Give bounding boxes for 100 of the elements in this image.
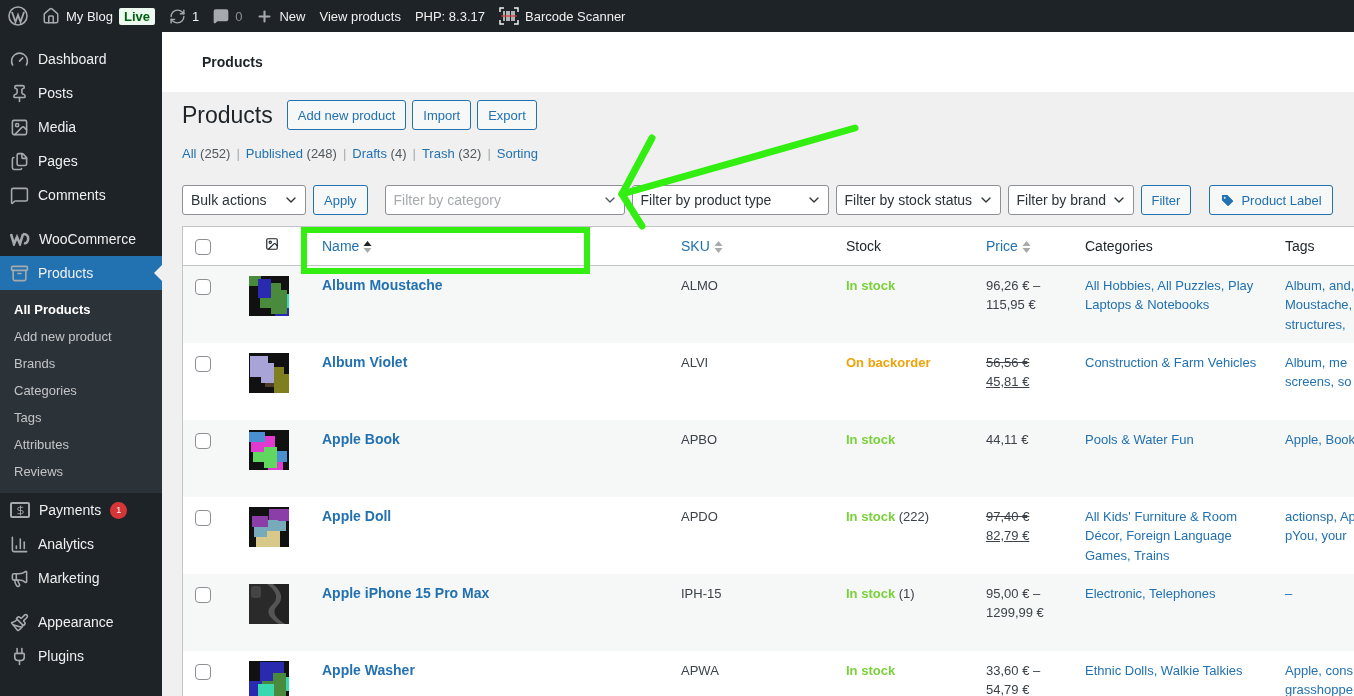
tag-link[interactable]: Moustache,: [1285, 295, 1354, 315]
product-name[interactable]: Album Moustache: [322, 276, 443, 293]
submenu-item[interactable]: Add new product: [0, 323, 162, 350]
header-title: Products: [202, 54, 263, 70]
separator: |: [412, 146, 416, 161]
column-header: Categories: [1085, 237, 1154, 256]
tag-link[interactable]: Album, me: [1285, 352, 1354, 372]
tag-link[interactable]: grasshoppe: [1285, 680, 1354, 696]
product-name[interactable]: Apple Washer: [322, 661, 415, 678]
home-icon[interactable]: [42, 7, 60, 25]
separator: |: [236, 146, 240, 161]
toolbar-link[interactable]: PHP: 8.3.17: [414, 8, 485, 24]
sku: IPH-15: [681, 585, 722, 601]
submenu-item[interactable]: Brands: [0, 350, 162, 377]
row-checkbox[interactable]: [195, 355, 211, 372]
image-icon: [265, 237, 279, 251]
count-badge: 1: [110, 501, 128, 519]
column-header[interactable]: Name: [322, 237, 661, 257]
updates-count: 1: [192, 8, 200, 24]
price-from: 33,60 € –: [986, 661, 1042, 680]
view-link[interactable]: Sorting: [496, 146, 538, 161]
tag-link[interactable]: pYou, your: [1285, 526, 1354, 546]
wordpress-logo[interactable]: [8, 6, 28, 26]
row-checkbox[interactable]: [195, 432, 211, 449]
product-name[interactable]: Apple Book: [322, 430, 400, 447]
price-to: 54,79 €: [986, 681, 1031, 696]
filter-button[interactable]: Filter: [1140, 185, 1192, 215]
menu-item[interactable]: Media: [0, 110, 162, 144]
row-checkbox[interactable]: [195, 509, 211, 526]
live-badge: Live: [118, 7, 155, 25]
row-checkbox[interactable]: [195, 586, 211, 603]
category-link[interactable]: All Kids' Furniture & Room Décor, Foreign Language Games, Trains: [1085, 506, 1265, 565]
product-label-button[interactable]: Product Label: [1209, 185, 1333, 215]
view-link[interactable]: Drafts (4): [352, 146, 407, 161]
category-link[interactable]: Electronic, Telephones: [1085, 583, 1265, 603]
view-link[interactable]: Published (248): [245, 146, 337, 161]
site-name[interactable]: My Blog: [66, 8, 113, 24]
menu-item[interactable]: Posts: [0, 76, 162, 110]
submenu-item[interactable]: Reviews: [0, 458, 162, 485]
tag-link[interactable]: –: [1285, 583, 1354, 603]
submenu-item[interactable]: Categories: [0, 377, 162, 404]
column-header: Stock: [846, 237, 882, 256]
menu-item[interactable]: Dashboard: [0, 42, 162, 76]
scanner-link[interactable]: Barcode Scanner: [525, 8, 626, 24]
sku: APBO: [681, 431, 718, 447]
category-link[interactable]: Construction & Farm Vehicles: [1085, 352, 1265, 372]
barcode-icon[interactable]: [499, 7, 519, 25]
row-checkbox[interactable]: [195, 278, 211, 295]
column-header: Tags: [1285, 237, 1316, 256]
gauge-icon: [10, 49, 29, 69]
filter-select[interactable]: Filter by product type: [631, 185, 829, 215]
filter-select[interactable]: Filter by stock status: [835, 185, 1001, 215]
tag-link[interactable]: screens, so: [1285, 372, 1354, 392]
view-link[interactable]: Trash (32): [421, 146, 482, 161]
page-action-button[interactable]: Add new product: [286, 100, 407, 130]
menu-item[interactable]: Products: [0, 256, 162, 290]
product-name[interactable]: Apple iPhone 15 Pro Max: [322, 584, 490, 601]
apply-button[interactable]: Apply: [313, 185, 368, 215]
column-header[interactable]: Price: [986, 237, 1065, 257]
column-header[interactable]: SKU: [681, 237, 826, 257]
tag-link[interactable]: structures,: [1285, 314, 1354, 334]
tag-link[interactable]: Album, and,: [1285, 275, 1354, 295]
submenu-item[interactable]: Tags: [0, 404, 162, 431]
price-from: 96,26 € –: [986, 276, 1042, 295]
category-link[interactable]: Pools & Water Fun: [1085, 429, 1265, 449]
view-link[interactable]: All (252): [182, 146, 231, 161]
menu-item[interactable]: Marketing: [0, 561, 162, 595]
menu-item[interactable]: Payments 1: [0, 493, 162, 527]
row-checkbox[interactable]: [195, 663, 211, 680]
plus-icon[interactable]: [256, 7, 274, 25]
sort-icon: [363, 239, 373, 254]
menu-item[interactable]: Pages: [0, 144, 162, 178]
menu-item[interactable]: Analytics: [0, 527, 162, 561]
product-name[interactable]: Apple Doll: [322, 507, 392, 524]
sale-price: 45,81 €: [986, 373, 1031, 391]
new-link[interactable]: New: [279, 8, 306, 24]
submenu-item[interactable]: All Products: [0, 296, 162, 323]
category-link[interactable]: Ethnic Dolls, Walkie Talkies: [1085, 660, 1265, 680]
submenu-item[interactable]: Attributes: [0, 431, 162, 458]
bulk-actions-select[interactable]: Bulk actions: [182, 185, 306, 215]
product-name[interactable]: Album Violet: [322, 353, 408, 370]
comment-icon: [10, 185, 29, 205]
updates-icon[interactable]: [169, 7, 186, 25]
comment-icon[interactable]: [213, 8, 230, 24]
select-all-checkbox[interactable]: [195, 238, 211, 255]
menu-item[interactable]: Appearance: [0, 605, 162, 639]
page-action-button[interactable]: Export: [477, 100, 537, 130]
regular-price: 97,40 €: [986, 507, 1031, 526]
sort-icon: [713, 239, 723, 254]
stock-status: In stock: [846, 508, 896, 524]
category-link[interactable]: All Hobbies, All Puzzles, Play Laptops & Notebooks: [1085, 275, 1265, 315]
menu-item[interactable]: Comments: [0, 178, 162, 212]
page-action-button[interactable]: Import: [412, 100, 472, 130]
filter-select[interactable]: Filter by brand: [1007, 185, 1134, 215]
menu-item[interactable]: WooCommerce: [0, 222, 162, 256]
sku: ALMO: [681, 277, 718, 293]
tag-link[interactable]: Apple, cons: [1285, 660, 1354, 680]
sku: APWA: [681, 662, 719, 678]
menu-item[interactable]: Plugins: [0, 639, 162, 673]
toolbar-link[interactable]: View products: [319, 8, 401, 24]
